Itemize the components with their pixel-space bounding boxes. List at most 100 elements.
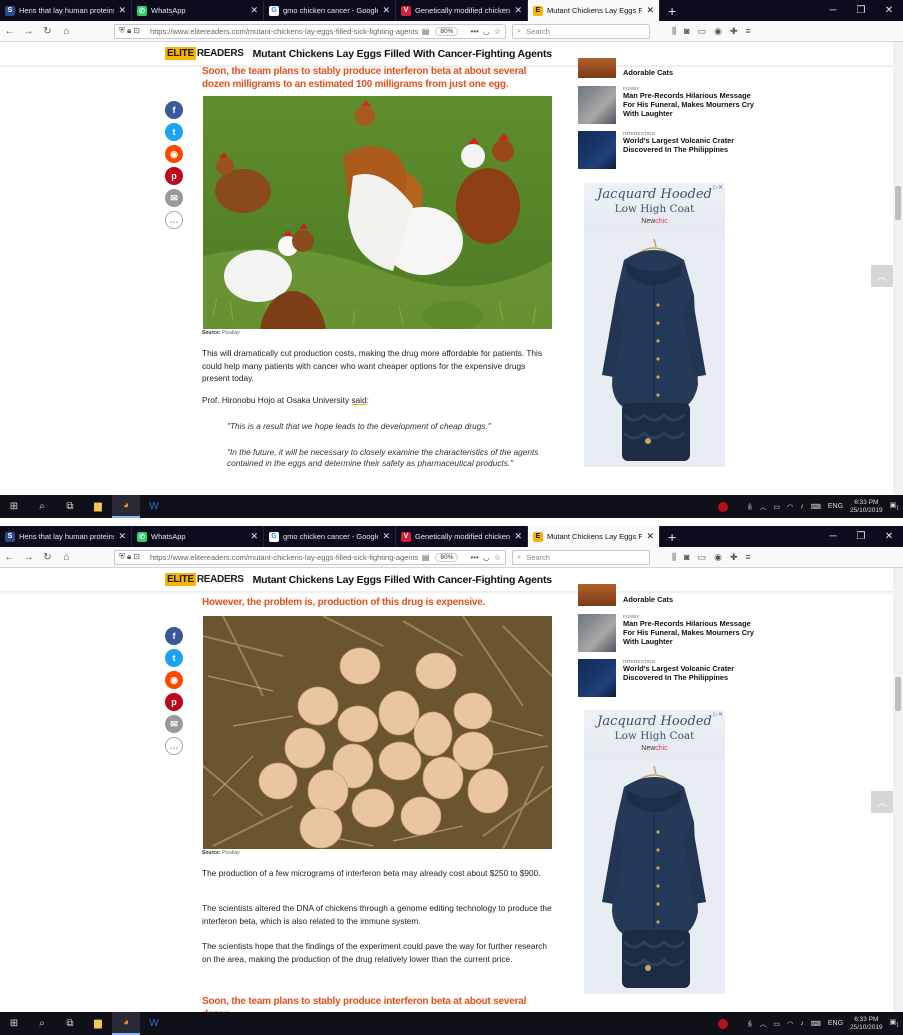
pinterest-icon[interactable]: p <box>165 167 183 185</box>
battery-icon[interactable]: ▭ <box>774 503 781 511</box>
windows-start-icon[interactable]: ⊞ <box>0 501 28 512</box>
zoom-level[interactable]: 80% <box>435 552 459 562</box>
people-icon[interactable]: ꆜ <box>747 1019 752 1029</box>
clock[interactable]: 6:33 PM 25/10/2019 <box>850 499 883 515</box>
close-window-icon[interactable]: ✕ <box>875 526 903 547</box>
url-text[interactable]: https://www.elitereaders.com/mutant-chic… <box>150 553 418 562</box>
close-icon[interactable]: ✕ <box>646 5 654 16</box>
twitter-icon[interactable]: t <box>165 649 183 667</box>
task-view-icon[interactable]: ⧉ <box>56 1018 84 1029</box>
scrollbar-thumb[interactable] <box>895 677 901 711</box>
sidebar-icon[interactable]: ▭ <box>698 26 707 37</box>
volume-icon[interactable]: ♪ <box>800 1020 804 1027</box>
recording-icon[interactable] <box>718 1018 729 1029</box>
firefox-icon[interactable]: ◕ <box>112 495 140 518</box>
sidebar-item-volcano[interactable]: INTERESTING World's Largest Volcanic Crat… <box>578 659 758 697</box>
said-link[interactable]: said <box>351 395 366 405</box>
close-window-icon[interactable]: ✕ <box>875 0 903 21</box>
bookmark-star-icon[interactable]: ☆ <box>494 553 501 562</box>
search-input[interactable]: ⌕ Search <box>512 549 650 565</box>
tab-mutant-chickens[interactable]: E Mutant Chickens Lay Eggs Fille ✕ <box>528 0 660 21</box>
minimize-icon[interactable]: ─ <box>819 0 847 21</box>
forward-icon[interactable]: → <box>19 26 38 37</box>
new-tab-button[interactable]: + <box>660 0 684 21</box>
email-icon[interactable]: ✉ <box>165 189 183 207</box>
notification-icon[interactable]: ▣1 <box>890 501 899 511</box>
recording-icon[interactable] <box>718 501 729 512</box>
pocket-list-icon[interactable]: ◙ <box>684 552 689 563</box>
pocket-icon[interactable]: ◡ <box>483 27 490 36</box>
word-icon[interactable]: W <box>140 1018 168 1029</box>
scrollbar-track[interactable] <box>893 42 903 495</box>
tab-genetically[interactable]: V Genetically modified chickens ✕ <box>396 0 528 21</box>
pocket-icon[interactable]: ◡ <box>483 553 490 562</box>
battery-icon[interactable]: ▭ <box>774 1020 781 1028</box>
notification-icon[interactable]: ▣1 <box>890 1018 899 1028</box>
reddit-icon[interactable]: ◉ <box>165 145 183 163</box>
extension-icon[interactable]: ✚ <box>730 26 738 37</box>
url-text[interactable]: https://www.elitereaders.com/mutant-chic… <box>150 27 418 36</box>
home-icon[interactable]: ⌂ <box>57 552 76 563</box>
file-explorer-icon[interactable]: ▆ <box>84 501 112 512</box>
tab-google[interactable]: Ggmo chicken cancer - Google S ✕ <box>264 0 396 21</box>
close-icon[interactable]: ✕ <box>382 531 390 542</box>
search-icon[interactable]: ⌕ <box>28 501 56 512</box>
minimize-icon[interactable]: ─ <box>819 526 847 547</box>
pocket-list-icon[interactable]: ◙ <box>684 26 689 37</box>
sidebar-item-volcano[interactable]: INTERESTING World's Largest Volcanic Crat… <box>578 131 758 169</box>
email-icon[interactable]: ✉ <box>165 715 183 733</box>
close-icon[interactable]: ✕ <box>514 531 522 542</box>
back-icon[interactable]: ← <box>0 26 19 37</box>
clock[interactable]: 6:33 PM 25/10/2019 <box>850 1016 883 1032</box>
network-icon[interactable]: ◠ <box>787 1020 793 1028</box>
close-icon[interactable]: ✕ <box>250 5 258 16</box>
restore-icon[interactable]: ❐ <box>847 526 875 547</box>
network-icon[interactable]: ◠ <box>787 503 793 511</box>
home-icon[interactable]: ⌂ <box>57 26 76 37</box>
site-logo[interactable]: ELITE READERS <box>165 573 244 586</box>
sidebar-item-funeral[interactable]: FUNNY Man Pre-Records Hilarious Message F… <box>578 614 758 652</box>
tab-genetically[interactable]: V Genetically modified chickens ✕ <box>396 526 528 547</box>
language-indicator[interactable]: ENG <box>828 503 843 510</box>
language-indicator[interactable]: ENG <box>828 1020 843 1027</box>
task-view-icon[interactable]: ⧉ <box>56 501 84 512</box>
reader-icon[interactable]: ▤ <box>422 553 430 562</box>
word-icon[interactable]: W <box>140 501 168 512</box>
reload-icon[interactable]: ↻ <box>38 26 57 37</box>
tab-whatsapp[interactable]: ✆ WhatsApp ✕ <box>132 0 264 21</box>
account-icon[interactable]: ◉ <box>714 552 722 563</box>
ad-close-icon[interactable]: ▷✕ <box>713 711 723 718</box>
tray-chevron-icon[interactable]: ︿ <box>760 502 767 512</box>
scrollbar-track[interactable] <box>893 568 903 1012</box>
ad-banner[interactable]: Jacquard Hooded Low High Coat Newchic ▷✕ <box>584 710 725 994</box>
keyboard-icon[interactable]: ⌨ <box>811 1020 821 1028</box>
reload-icon[interactable]: ↻ <box>38 552 57 563</box>
people-icon[interactable]: ꆜ <box>747 502 752 512</box>
facebook-icon[interactable]: f <box>165 627 183 645</box>
more-icon[interactable]: ••• <box>470 553 478 562</box>
file-explorer-icon[interactable]: ▆ <box>84 1018 112 1029</box>
close-icon[interactable]: ✕ <box>250 531 258 542</box>
restore-icon[interactable]: ❐ <box>847 0 875 21</box>
facebook-icon[interactable]: f <box>165 101 183 119</box>
tab-mutant-chickens[interactable]: E Mutant Chickens Lay Eggs Fille ✕ <box>528 526 660 547</box>
back-icon[interactable]: ← <box>0 552 19 563</box>
account-icon[interactable]: ◉ <box>714 26 722 37</box>
pinterest-icon[interactable]: p <box>165 693 183 711</box>
search-icon[interactable]: ⌕ <box>28 1018 56 1029</box>
close-icon[interactable]: ✕ <box>646 531 654 542</box>
reddit-icon[interactable]: ◉ <box>165 671 183 689</box>
tab-hens[interactable]: S Hens that lay human proteins i ✕ <box>0 526 132 547</box>
scroll-to-top-button[interactable]: ︿ <box>871 791 893 813</box>
close-icon[interactable]: ✕ <box>382 5 390 16</box>
windows-start-icon[interactable]: ⊞ <box>0 1018 28 1029</box>
scroll-to-top-button[interactable]: ︿ <box>871 265 893 287</box>
tab-whatsapp[interactable]: ✆ WhatsApp ✕ <box>132 526 264 547</box>
more-icon[interactable]: ••• <box>470 27 478 36</box>
search-input[interactable]: ⌕ Search <box>512 23 650 39</box>
new-tab-button[interactable]: + <box>660 526 684 547</box>
ad-banner[interactable]: Jacquard Hooded Low High Coat Newchic ▷✕ <box>584 183 725 467</box>
firefox-icon[interactable]: ◕ <box>112 1012 140 1035</box>
sidebar-item-funeral[interactable]: FUNNY Man Pre-Records Hilarious Message F… <box>578 86 758 124</box>
library-icon[interactable]: ⫼ <box>672 26 676 37</box>
